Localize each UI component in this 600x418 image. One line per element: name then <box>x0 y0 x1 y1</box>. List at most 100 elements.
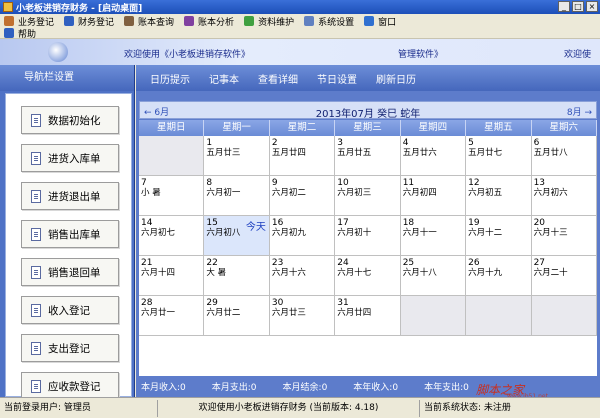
calendar-cell[interactable]: 28 六月廿一 <box>139 296 205 336</box>
lunar-date: 六月十四 <box>141 268 176 278</box>
lunar-date: 六月十九 <box>468 268 503 278</box>
calendar-cell[interactable]: 8 六月初一 <box>204 176 270 216</box>
calendar-cell[interactable]: 3 五月廿五 <box>335 136 401 176</box>
lunar-date: 六月廿二 <box>206 308 241 318</box>
menu-item-1[interactable]: 财务登记 <box>60 14 120 28</box>
person-icon <box>4 16 14 26</box>
calendar-cell[interactable]: 22 大 暑 <box>204 256 270 296</box>
day-number: 27 <box>533 258 546 268</box>
day-number: 24 <box>337 258 349 268</box>
calendar-cell[interactable]: 13 六月初六 <box>531 176 597 216</box>
day-number: 3 <box>337 138 344 148</box>
calendar-cell[interactable]: 4 五月廿六 <box>400 136 467 176</box>
calendar-cell[interactable]: 19 六月十二 <box>466 216 532 256</box>
calendar-cell[interactable]: 25 六月十八 <box>400 256 467 296</box>
day-number: 1 <box>206 138 213 148</box>
calendar-cell[interactable]: 7小 暑 <box>139 176 205 216</box>
nav-button-2[interactable]: 进货退出单 <box>21 182 119 210</box>
window-controls: _ □ × <box>558 1 598 12</box>
calendar-cell[interactable]: 21 六月十四 <box>139 256 205 296</box>
calendar-cell[interactable]: 1 五月廿三 <box>204 136 270 176</box>
document-icon <box>31 151 41 165</box>
calendar-cell[interactable]: 26 六月十九 <box>466 256 532 296</box>
chart-icon <box>184 16 195 26</box>
calendar-cell[interactable]: 24 六月十七 <box>335 256 401 296</box>
calendar-cell-empty <box>139 136 205 176</box>
calendar-cell[interactable]: 15 六月初八 今天 <box>204 216 270 256</box>
stat-3: 本年收入:0 <box>353 383 399 393</box>
menu-item-0[interactable]: 帮助 <box>0 28 42 40</box>
today-label: 今天 <box>245 222 266 233</box>
lunar-date: 六月初五 <box>468 188 503 198</box>
day-number: 6 <box>533 138 540 148</box>
minimize-button[interactable]: _ <box>558 1 570 12</box>
calendar-cell[interactable]: 11 六月初四 <box>400 176 467 216</box>
day-number: 13 <box>533 178 546 188</box>
nav-button-4[interactable]: 销售退回单 <box>21 258 119 286</box>
menu-item-3[interactable]: 账本分析 <box>180 14 240 28</box>
nav-button-3[interactable]: 销售出库单 <box>21 220 119 248</box>
day-number: 11 <box>402 178 415 188</box>
tab-3[interactable]: 节日设置 <box>317 71 376 86</box>
calendar-cell[interactable]: 29 六月廿二 <box>204 296 270 336</box>
nav-button-1[interactable]: 进货入库单 <box>21 144 119 172</box>
calendar-cell[interactable]: 31 六月廿四 <box>335 296 401 336</box>
calendar-cell-empty <box>531 296 597 336</box>
lunar-date: 六月十一 <box>402 228 437 238</box>
tab-0[interactable]: 日历提示 <box>150 71 209 86</box>
menu-item-5[interactable]: 系统设置 <box>300 14 360 28</box>
lunar-date: 五月廿三 <box>206 148 241 158</box>
calendar-cell[interactable]: 18 六月十一 <box>400 216 467 256</box>
lunar-date: 六月十三 <box>533 228 568 238</box>
tab-4[interactable]: 刷新日历 <box>376 71 435 86</box>
nav-button-label: 收入登记 <box>48 304 90 317</box>
calendar-cell[interactable]: 27 六月二十 <box>531 256 597 296</box>
calendar-cell[interactable]: 12 六月初五 <box>466 176 532 216</box>
document-icon <box>31 265 41 279</box>
tab-2[interactable]: 查看详细 <box>258 71 317 86</box>
nav-button-5[interactable]: 收入登记 <box>21 296 119 324</box>
main-area: 日历提示 记事本 查看详细 节日设置 刷新日历 ← 6月 2013年07月 癸巳 蛇年 … <box>136 65 600 397</box>
calendar-cell[interactable]: 17 六月初十 <box>335 216 401 256</box>
menu-item-2[interactable]: 账本查询 <box>120 14 180 28</box>
calendar-cell[interactable]: 14 六月初七 <box>139 216 205 256</box>
calendar-header: ← 6月 2013年07月 癸巳 蛇年 8月 → <box>139 101 597 120</box>
main-toolbar: 日历提示 记事本 查看详细 节日设置 刷新日历 <box>136 65 600 91</box>
document-icon <box>31 303 41 317</box>
help-icon <box>4 28 14 38</box>
calendar-cell[interactable]: 20 六月十三 <box>531 216 597 256</box>
sidebar-title[interactable]: 导航栏设置 <box>0 65 134 91</box>
calendar-cell[interactable]: 9 六月初二 <box>269 176 336 216</box>
day-number: 10 <box>337 178 349 188</box>
tab-1[interactable]: 记事本 <box>209 71 258 86</box>
weekday-5: 星期五 <box>466 120 532 136</box>
lunar-date: 六月廿一 <box>141 308 176 318</box>
day-number: 5 <box>468 138 474 148</box>
status-welcome: 欢迎使用小老板进销存财务 (当前版本: 4.18) <box>158 399 420 417</box>
calendar-cell[interactable]: 5 五月廿七 <box>466 136 532 176</box>
nav-button-label: 销售出库单 <box>48 228 101 241</box>
day-number: 9 <box>271 178 278 188</box>
calendar-cell[interactable]: 16 六月初九 <box>269 216 336 256</box>
calendar-cell[interactable]: 6 五月廿八 <box>531 136 597 176</box>
nav-button-0[interactable]: 数据初始化 <box>21 106 119 134</box>
status-system: 当前系统状态: 未注册 <box>424 402 511 413</box>
next-month-button[interactable]: 8月 → <box>567 105 592 118</box>
calendar-cell[interactable]: 23 六月十六 <box>269 256 336 296</box>
menu-item-4[interactable]: 资料维护 <box>240 14 300 28</box>
close-button[interactable]: × <box>586 1 598 12</box>
document-icon <box>31 379 41 393</box>
calendar-cell[interactable]: 30 六月廿三 <box>269 296 336 336</box>
status-user: 当前登录用户: 管理员 <box>0 399 158 417</box>
day-number: 26 <box>468 258 480 268</box>
calendar-cell[interactable]: 2 五月廿四 <box>269 136 336 176</box>
menu-item-6[interactable]: 窗口 <box>360 14 402 28</box>
menu-label: 资料维护 <box>258 17 295 28</box>
banner-right: 欢迎使 <box>564 50 592 60</box>
calendar-cell[interactable]: 10 六月初三 <box>335 176 401 216</box>
nav-button-6[interactable]: 支出登记 <box>21 334 119 362</box>
document-icon <box>31 227 41 241</box>
maximize-button[interactable]: □ <box>572 1 584 12</box>
stat-2: 本月结余:0 <box>282 383 328 393</box>
nav-button-7[interactable]: 应收款登记 <box>21 372 119 397</box>
